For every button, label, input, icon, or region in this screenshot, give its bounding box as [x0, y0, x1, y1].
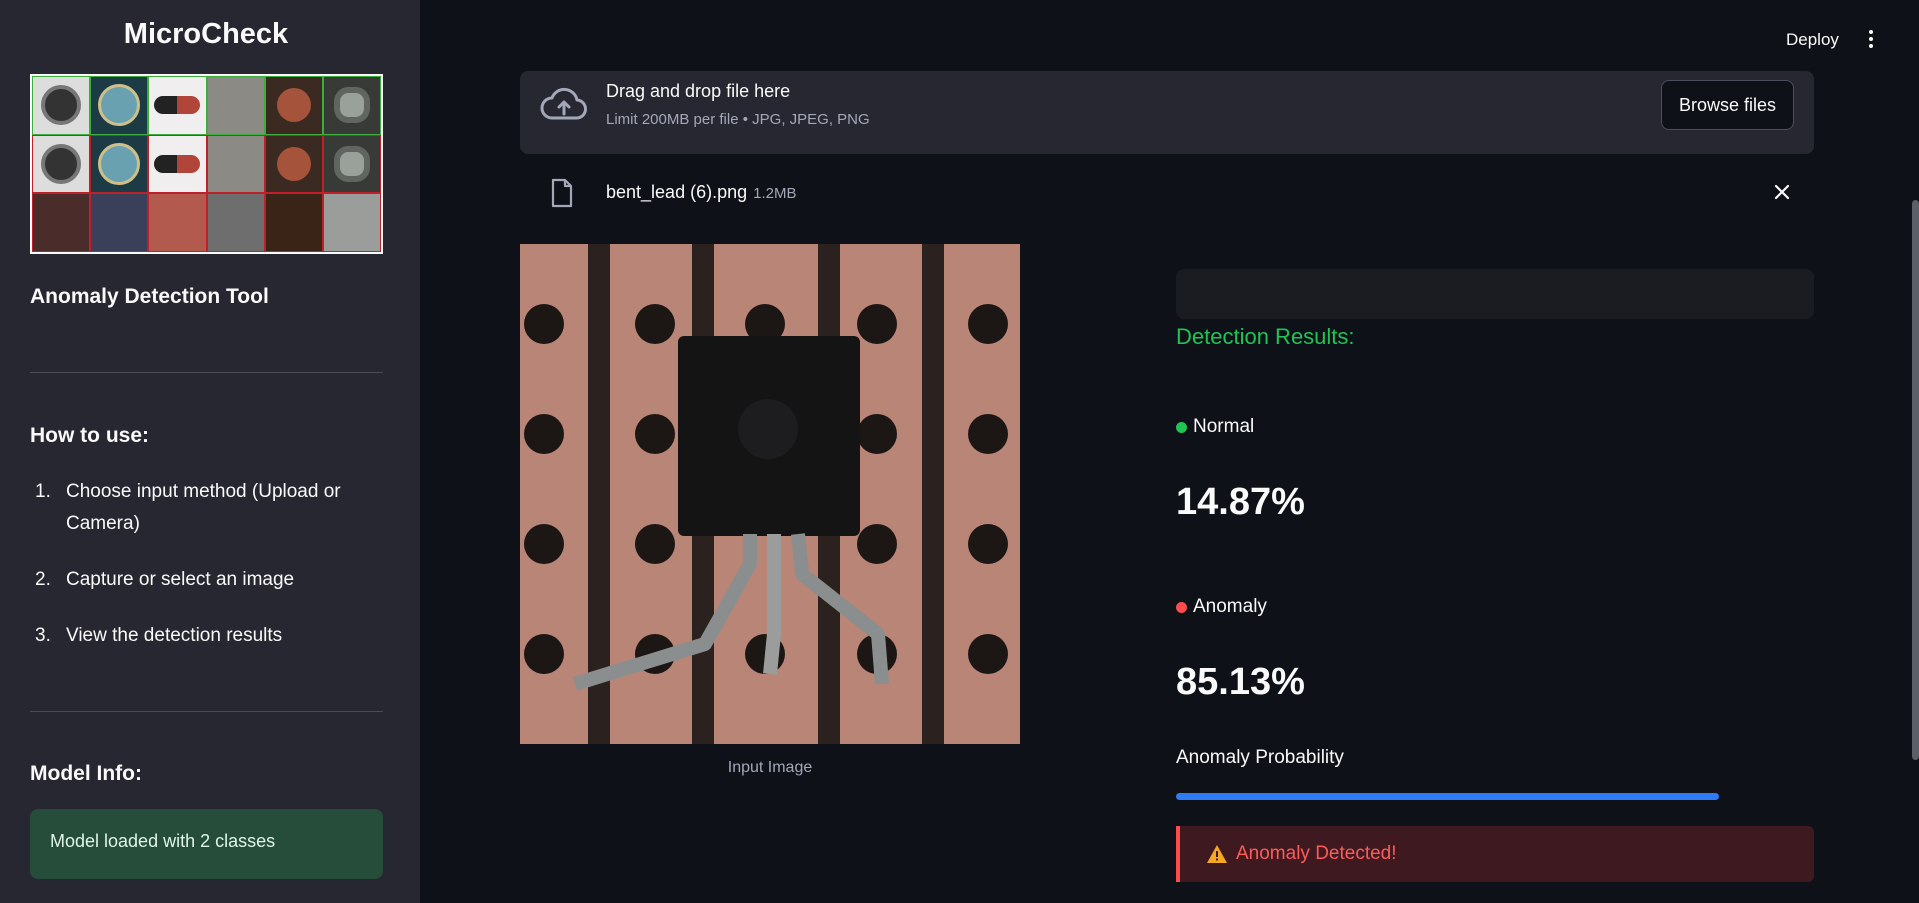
app-title: MicroCheck [123, 18, 289, 50]
file-icon [551, 178, 573, 208]
step-text: Choose input method (Upload or Camera) [66, 481, 341, 534]
sample-tile [206, 193, 265, 252]
sample-tile [148, 134, 207, 194]
howto-heading: How to use: [30, 424, 149, 447]
deploy-button[interactable]: Deploy [1786, 30, 1839, 50]
anomaly-percentage: 85.13% [1176, 661, 1305, 703]
anomaly-probability-bar [1176, 793, 1814, 800]
anomaly-probability-label: Anomaly Probability [1176, 747, 1344, 768]
divider [30, 372, 383, 373]
file-dropzone[interactable]: Drag and drop file here Limit 200MB per … [520, 71, 1814, 154]
sample-tile [322, 76, 381, 135]
sample-tile [90, 76, 149, 135]
sample-tile [32, 134, 91, 194]
anomaly-label: Anomaly [1176, 596, 1267, 618]
step-number: 1. [35, 481, 51, 502]
step-item: 1. Choose input method (Upload or Camera) [30, 476, 383, 540]
sample-tile [148, 76, 207, 135]
detection-results-heading: Detection Results: [1176, 324, 1355, 349]
normal-label: Normal [1176, 416, 1254, 438]
divider [30, 711, 383, 712]
step-text: Capture or select an image [66, 569, 295, 590]
sample-tile [264, 134, 323, 194]
step-text: View the detection results [66, 625, 283, 646]
dropzone-limit-text: Limit 200MB per file • JPG, JPEG, PNG [606, 111, 870, 128]
sidebar: MicroCheck Anomaly Detection Tool How to… [0, 0, 420, 903]
warning-icon [1207, 845, 1227, 863]
uploaded-file-row: bent_lead (6).png 1.2MB [520, 170, 1814, 216]
status-placeholder-box [1176, 269, 1814, 319]
sample-tile [32, 193, 91, 252]
sample-tile [206, 76, 265, 135]
anomaly-probability-fill [1176, 793, 1720, 800]
tool-subtitle: Anomaly Detection Tool [30, 285, 269, 308]
howto-steps-list: 1. Choose input method (Upload or Camera)… [30, 476, 383, 676]
step-number: 3. [35, 625, 51, 646]
sample-tile [90, 134, 149, 194]
file-name: bent_lead (6).png 1.2MB [606, 182, 796, 203]
model-info-heading: Model Info: [30, 762, 142, 785]
sample-tile [264, 193, 323, 252]
anomaly-alert: Anomaly Detected! [1176, 826, 1814, 882]
dropzone-title: Drag and drop file here [606, 81, 791, 101]
kebab-menu-icon[interactable] [1865, 30, 1877, 52]
sample-tile [322, 134, 381, 194]
sample-tile [206, 134, 265, 194]
normal-percentage: 14.87% [1176, 481, 1305, 523]
sample-tile [148, 193, 207, 252]
close-icon[interactable] [1772, 182, 1792, 202]
green-dot-icon [1176, 421, 1187, 433]
anomaly-label-text: Anomaly [1193, 596, 1267, 617]
image-caption: Input Image [727, 759, 813, 776]
sample-tile [322, 193, 381, 252]
step-number: 2. [35, 569, 51, 590]
cloud-upload-icon [540, 87, 587, 120]
sample-tile [32, 76, 91, 135]
normal-label-text: Normal [1193, 416, 1255, 437]
step-item: 3. View the detection results [30, 620, 383, 652]
alert-text: Anomaly Detected! [1236, 843, 1397, 864]
red-dot-icon [1176, 601, 1187, 613]
sample-grid-banner-image [30, 74, 383, 254]
page-scrollbar[interactable] [1912, 200, 1919, 760]
file-name-text: bent_lead (6).png [606, 182, 748, 202]
sample-tile [90, 193, 149, 252]
sample-tile [264, 76, 323, 135]
file-size: 1.2MB [753, 185, 797, 202]
input-image [520, 244, 1020, 744]
browse-files-button[interactable]: Browse files [1661, 80, 1794, 130]
step-item: 2. Capture or select an image [30, 564, 383, 596]
model-status-success-box: Model loaded with 2 classes [30, 809, 383, 879]
